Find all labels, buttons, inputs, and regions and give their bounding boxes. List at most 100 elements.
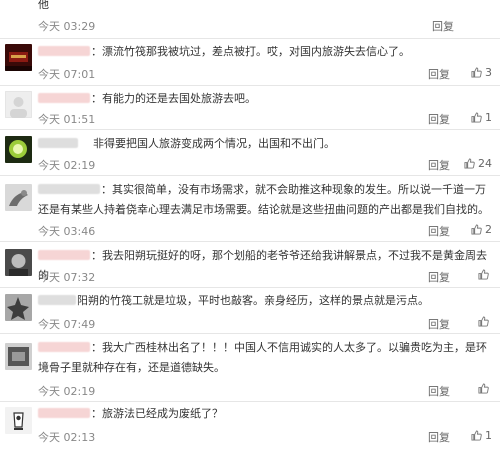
comment-meta: 今天 03:29 回复 xyxy=(38,18,492,34)
avatar[interactable] xyxy=(5,249,32,276)
avatar-image-icon xyxy=(5,407,32,434)
comment-item: ：漂流竹筏那我被坑过，差点被打。哎，对国内旅游失去信心了。 今天 07:01 回… xyxy=(0,38,500,85)
username[interactable] xyxy=(38,295,76,305)
avatar-image-icon xyxy=(5,136,32,163)
comment-time: 今天 07:49 xyxy=(38,318,96,331)
username[interactable] xyxy=(38,250,90,260)
comment-body: 非得要把国人旅游变成两个情况，出国和不出门。 xyxy=(38,134,492,154)
comment-item: 非得要把国人旅游变成两个情况，出国和不出门。 今天 02:19 回复 24 xyxy=(0,129,500,175)
like-button[interactable]: 24 xyxy=(464,157,492,170)
comment-item: ：我去阳朔玩挺好的呀，那个划船的老爷爷还给我讲解景点，不过我不是黄金周去的 今天… xyxy=(0,241,500,287)
comment-meta: 今天 02:19 回复 xyxy=(38,383,492,399)
comment-text: 有能力的还是去国处旅游去吧。 xyxy=(102,92,256,105)
avatar[interactable] xyxy=(5,343,32,370)
comment-text: 非得要把国人旅游变成两个情况，出国和不出门。 xyxy=(93,137,335,150)
reply-button[interactable]: 回复 xyxy=(428,316,450,332)
comment-item: 他 今天 03:29 回复 xyxy=(0,0,500,38)
avatar-image-icon xyxy=(5,343,32,370)
comment-text: 他 xyxy=(38,0,49,11)
comment-time: 今天 03:46 xyxy=(38,225,96,238)
like-button[interactable]: 2 xyxy=(471,223,492,236)
like-button[interactable] xyxy=(478,269,492,280)
avatar[interactable] xyxy=(5,294,32,321)
avatar[interactable] xyxy=(5,91,32,118)
reply-button[interactable]: 回复 xyxy=(428,429,450,445)
thumbs-up-icon xyxy=(471,224,482,235)
thumbs-up-icon xyxy=(471,430,482,441)
like-button[interactable]: 3 xyxy=(471,66,492,79)
comment-time: 今天 03:29 xyxy=(38,20,96,33)
comment-time: 今天 02:13 xyxy=(38,431,96,444)
comment-body: ：漂流竹筏那我被坑过，差点被打。哎，对国内旅游失去信心了。 xyxy=(38,42,492,62)
avatar-image-icon xyxy=(5,184,32,211)
comment-body: 他 xyxy=(38,0,492,15)
thumbs-up-icon xyxy=(471,67,482,78)
divider xyxy=(0,38,500,39)
comment-time: 今天 07:01 xyxy=(38,68,96,81)
like-count: 1 xyxy=(485,429,492,442)
reply-button[interactable]: 回复 xyxy=(428,111,450,127)
thumbs-up-icon xyxy=(478,316,489,327)
comment-text: 旅游法已经成为废纸了？ xyxy=(102,407,223,420)
thumbs-up-icon xyxy=(471,112,482,123)
username[interactable] xyxy=(38,93,90,103)
avatar[interactable] xyxy=(5,407,32,434)
divider xyxy=(0,85,500,86)
reply-button[interactable]: 回复 xyxy=(428,66,450,82)
comment-item: ：其实很简单，没有市场需求，就不会助推这种现象的发生。所以说一千道一万还是有某些… xyxy=(0,175,500,241)
comment-meta: 今天 02:19 回复 24 xyxy=(38,157,492,173)
username[interactable] xyxy=(38,184,100,194)
avatar-image-icon xyxy=(5,249,32,276)
comment-meta: 今天 07:32 回复 xyxy=(38,269,492,285)
comment-body: ：我大广西桂林出名了！！！中国人不信用诚实的人太多了。以骗贵吃为主，是环境骨子里… xyxy=(38,341,487,374)
username[interactable] xyxy=(38,342,90,352)
reply-button[interactable]: 回复 xyxy=(432,18,454,34)
comment-time: 今天 02:19 xyxy=(38,159,96,172)
like-count: 3 xyxy=(485,66,492,79)
default-avatar-icon xyxy=(5,91,32,118)
like-count: 1 xyxy=(485,111,492,124)
comment-body: ：有能力的还是去国处旅游去吧。 xyxy=(38,89,492,109)
comment-item: ：有能力的还是去国处旅游去吧。 今天 01:51 回复 1 xyxy=(0,85,500,129)
avatar[interactable] xyxy=(5,136,32,163)
comment-meta: 今天 01:51 回复 1 xyxy=(38,111,492,127)
avatar-image-icon xyxy=(5,294,32,321)
comment-text: 漂流竹筏那我被坑过，差点被打。哎，对国内旅游失去信心了。 xyxy=(102,45,410,58)
comment-body: ：旅游法已经成为废纸了？ xyxy=(38,404,492,424)
username[interactable] xyxy=(38,408,90,418)
like-button[interactable]: 1 xyxy=(471,111,492,124)
comment-list: 他 今天 03:29 回复 ：漂流竹筏那我被坑过，差点被打。哎，对国内旅游失去信… xyxy=(0,0,500,449)
comment-item: 阳朔的竹筏工就是垃圾，平时也敲客。亲身经历，这样的景点就是污点。 今天 07:4… xyxy=(0,287,500,333)
comment-time: 今天 01:51 xyxy=(38,113,96,126)
reply-button[interactable]: 回复 xyxy=(428,269,450,285)
reply-button[interactable]: 回复 xyxy=(428,157,450,173)
comment-meta: 今天 07:01 回复 3 xyxy=(38,66,492,82)
comment-item: ：我大广西桂林出名了！！！中国人不信用诚实的人太多了。以骗贵吃为主，是环境骨子里… xyxy=(0,333,500,401)
comment-time: 今天 02:19 xyxy=(38,385,96,398)
avatar-image-icon xyxy=(5,44,32,71)
divider xyxy=(0,241,500,242)
reply-button[interactable]: 回复 xyxy=(428,383,450,399)
username[interactable] xyxy=(38,138,78,148)
like-button[interactable] xyxy=(478,383,492,394)
like-button[interactable] xyxy=(478,316,492,327)
divider xyxy=(0,287,500,288)
comment-text: 阳朔的竹筏工就是垃圾，平时也敲客。亲身经历，这样的景点就是污点。 xyxy=(77,294,429,307)
thumbs-up-icon xyxy=(478,269,489,280)
comment-meta: 今天 02:13 回复 1 xyxy=(38,429,492,445)
divider xyxy=(0,175,500,176)
comment-meta: 今天 07:49 回复 xyxy=(38,316,492,332)
like-count: 24 xyxy=(478,157,492,170)
comment-time: 今天 07:32 xyxy=(38,271,96,284)
divider xyxy=(0,401,500,402)
reply-button[interactable]: 回复 xyxy=(428,223,450,239)
thumbs-up-icon xyxy=(478,383,489,394)
comment-item: ：旅游法已经成为废纸了？ 今天 02:13 回复 1 xyxy=(0,401,500,449)
avatar[interactable] xyxy=(5,184,32,211)
comment-meta: 今天 03:46 回复 2 xyxy=(38,223,492,239)
thumbs-up-icon xyxy=(464,158,475,169)
like-button[interactable]: 1 xyxy=(471,429,492,442)
avatar[interactable] xyxy=(5,44,32,71)
like-count: 2 xyxy=(485,223,492,236)
username[interactable] xyxy=(38,46,90,56)
